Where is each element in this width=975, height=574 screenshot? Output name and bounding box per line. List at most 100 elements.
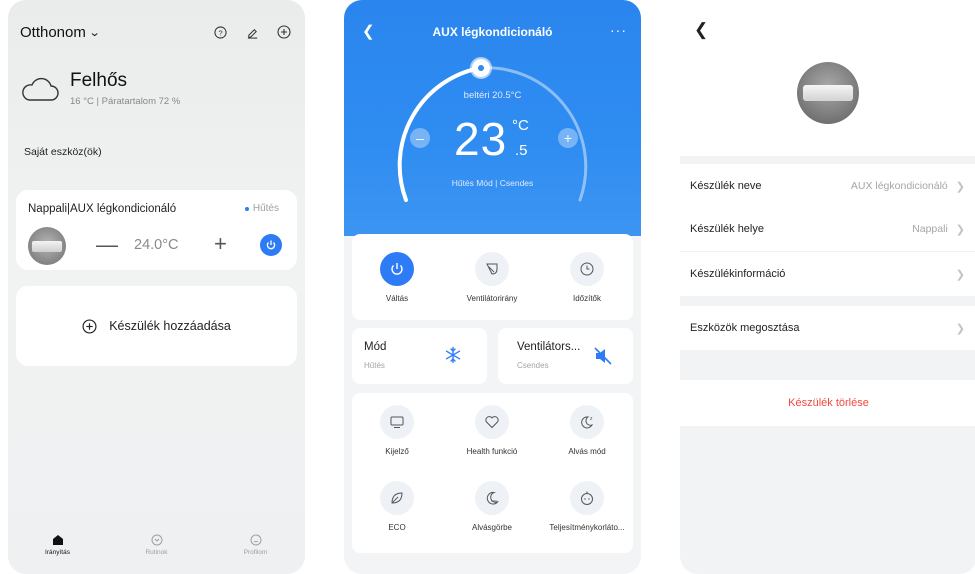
cloud-icon xyxy=(22,77,59,101)
chevron-down-icon: ⌄ xyxy=(88,26,101,39)
device-sharing-row[interactable]: Eszközök megosztása ❯ xyxy=(680,306,975,350)
row-label: Eszközök megosztása xyxy=(690,322,800,334)
power-icon xyxy=(380,252,414,286)
tab-routines[interactable]: Rutinok xyxy=(122,534,192,556)
indoor-temperature: beltéri 20.5°C xyxy=(463,90,522,101)
tab-label: Irányítás xyxy=(45,549,70,556)
mode-value: Hűtés xyxy=(364,361,385,370)
device-temperature: 24.0°C xyxy=(134,237,179,253)
fan-direction-icon xyxy=(475,252,509,286)
edit-icon[interactable] xyxy=(243,23,261,41)
row-value: Nappali xyxy=(912,223,948,235)
status-dot xyxy=(244,206,249,211)
clock-icon xyxy=(570,252,604,286)
weather-widget: Felhős 16 °C | Páratartalom 72 % xyxy=(20,70,180,107)
device-image xyxy=(797,62,859,124)
face-icon xyxy=(570,481,604,515)
device-name-row[interactable]: Készülék neve AUX légkondicionáló ❯ xyxy=(680,164,975,208)
increase-temp-button[interactable]: + xyxy=(558,128,578,148)
back-button[interactable]: ❮ xyxy=(694,20,708,40)
tab-bar: Irányítás Rutinok Profilom xyxy=(8,526,305,574)
leaf-icon xyxy=(380,481,414,515)
power-icon xyxy=(266,240,276,250)
weather-condition: Felhős xyxy=(70,70,128,91)
fan-mute-icon xyxy=(594,347,612,365)
timer-control[interactable]: Időzítők xyxy=(542,252,632,303)
functions-card: Kijelző Health funkció z Alvás mód ECO A… xyxy=(352,393,633,553)
control-label: Váltás xyxy=(385,294,409,303)
section-title: Saját eszköz(ök) xyxy=(24,146,102,158)
device-location-row[interactable]: Készülék helye Nappali ❯ xyxy=(680,207,975,251)
svg-text:?: ? xyxy=(218,28,222,37)
function-label: Kijelző xyxy=(385,447,409,456)
heart-icon xyxy=(475,405,509,439)
ac-header: ❮ AUX légkondicionáló ··· beltéri 20.5°C… xyxy=(344,0,641,236)
ac-control-screen: ❮ AUX légkondicionáló ··· beltéri 20.5°C… xyxy=(344,0,641,574)
weather-detail: 16 °C | Páratartalom 72 % xyxy=(70,96,181,107)
tab-control[interactable]: Irányítás xyxy=(23,534,93,556)
fan-speed-title: Ventilátors... xyxy=(517,341,581,353)
control-label: Időzítők xyxy=(572,294,601,303)
row-label: Készülék helye xyxy=(690,223,764,235)
function-label: ECO xyxy=(388,523,406,532)
power-button[interactable] xyxy=(260,234,282,256)
decrease-temp-button[interactable]: — xyxy=(96,234,118,256)
settings-header: ❮ xyxy=(680,0,975,156)
device-status: Hűtés xyxy=(244,203,279,214)
home-selector[interactable]: Otthonom ⌄ xyxy=(20,23,101,41)
function-label: Teljesítménykorlátо... xyxy=(549,523,625,532)
add-circle-icon[interactable] xyxy=(275,23,293,41)
function-label: Alvás mód xyxy=(568,447,606,456)
increase-temp-button[interactable]: + xyxy=(214,233,227,255)
device-name: Nappali|AUX légkondicionáló xyxy=(28,203,177,215)
chevron-right-icon: ❯ xyxy=(955,180,965,193)
delete-device-button[interactable]: Készülék törlése xyxy=(680,380,975,426)
tab-label: Rutinok xyxy=(145,549,168,556)
home-name: Otthonom xyxy=(20,23,86,41)
switch-control[interactable]: Váltás xyxy=(352,252,442,303)
display-function[interactable]: Kijelző xyxy=(352,405,442,456)
fan-speed-value: Csendes xyxy=(517,361,549,370)
fan-speed-card[interactable]: Ventilátors... Csendes xyxy=(498,328,633,384)
fan-direction-control[interactable]: Ventilátorirány xyxy=(447,252,537,303)
main-controls: Váltás Ventilátorirány Időzítők xyxy=(352,234,633,320)
temperature-decimal: .5 xyxy=(515,142,528,159)
sleep-curve-function[interactable]: Alvásgörbe xyxy=(447,481,537,532)
home-screen: Otthonom ⌄ ? Felhős 16 °C | Páratartalom… xyxy=(8,0,305,574)
home-header: Otthonom ⌄ ? xyxy=(20,22,293,42)
target-temperature: 23 xyxy=(454,113,508,165)
row-value: AUX légkondicionáló xyxy=(850,180,948,192)
mode-card[interactable]: Mód Hűtés xyxy=(352,328,487,384)
mode-status: Hűtés Mód | Csendes xyxy=(451,178,534,188)
health-function[interactable]: Health funkció xyxy=(447,405,537,456)
help-icon[interactable]: ? xyxy=(211,23,229,41)
sleep-mode-function[interactable]: z Alvás mód xyxy=(542,405,632,456)
add-device-button[interactable]: Készülék hozzáadása xyxy=(16,286,297,366)
device-settings-screen: ❮ Készülék neve AUX légkondicionáló ❯ Ké… xyxy=(680,0,975,574)
chevron-right-icon: ❯ xyxy=(955,223,965,236)
function-label: Alvásgörbe xyxy=(471,523,513,532)
add-circle-icon xyxy=(82,318,97,334)
temperature-unit: °C xyxy=(512,117,529,134)
tab-profile[interactable]: Profilom xyxy=(221,534,291,556)
row-label: Készülék neve xyxy=(690,180,762,192)
profile-icon xyxy=(250,534,261,546)
device-info-row[interactable]: Készülékinformáció ❯ xyxy=(680,252,975,296)
moon-icon xyxy=(475,481,509,515)
power-limit-function[interactable]: Teljesítménykorlátо... xyxy=(542,481,632,532)
add-device-label: Készülék hozzáadása xyxy=(109,319,231,333)
function-label: Health funkció xyxy=(466,447,518,456)
device-card[interactable]: Nappali|AUX légkondicionáló Hűtés — 24.0… xyxy=(16,190,297,270)
svg-text:z: z xyxy=(590,416,593,422)
device-status-text: Hűtés xyxy=(252,203,279,214)
eco-function[interactable]: ECO xyxy=(352,481,442,532)
device-image xyxy=(28,227,66,265)
snowflake-icon xyxy=(445,346,461,364)
moon-z-icon: z xyxy=(570,405,604,439)
decrease-temp-button[interactable]: – xyxy=(410,128,430,148)
chevron-right-icon: ❯ xyxy=(955,268,965,281)
tab-label: Profilom xyxy=(243,549,268,556)
control-label: Ventilátorirány xyxy=(466,294,518,303)
mode-title: Mód xyxy=(364,341,387,353)
home-icon xyxy=(52,535,63,545)
